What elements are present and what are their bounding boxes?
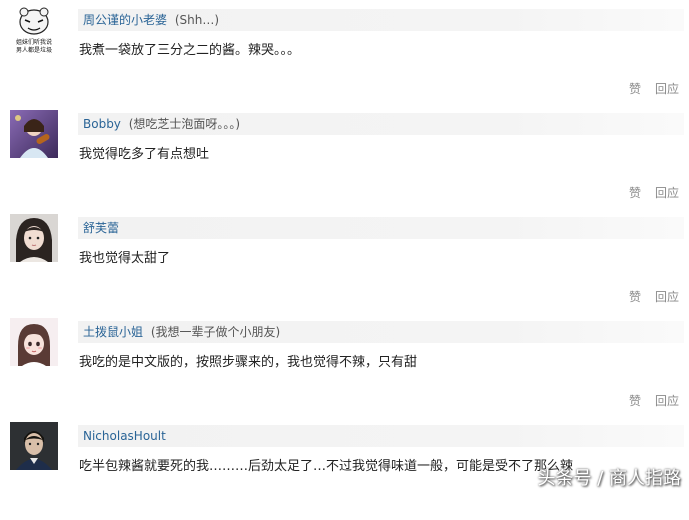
comment-text: 我吃的是中文版的，按照步骤来的，我也觉得不辣，只有甜	[79, 355, 418, 370]
comment-item: Bobby (想吃芝士泡面呀。。。) 我觉得吃多了有点想吐 赞回应	[0, 104, 689, 208]
comment-header: NicholasHoult	[78, 425, 684, 447]
comment-actions: 赞回应	[629, 185, 679, 201]
comment-actions: 赞回应	[629, 289, 679, 305]
anime-girl-avatar-image	[10, 318, 58, 366]
like-button[interactable]: 赞	[629, 290, 641, 304]
username-link[interactable]: 周公谨的小老婆	[83, 13, 167, 27]
user-signature: (想吃芝士泡面呀。。。)	[128, 117, 241, 131]
like-button[interactable]: 赞	[629, 82, 641, 96]
comment-header: 舒芙蕾	[78, 217, 684, 239]
username-link[interactable]: Bobby	[83, 117, 121, 131]
comment-text: 我也觉得太甜了	[79, 251, 171, 266]
like-button[interactable]: 赞	[629, 186, 641, 200]
comment-item: 舒芙蕾 我也觉得太甜了 赞回应	[0, 208, 689, 312]
avatar-caption-line1: 姐妹们听我说	[16, 38, 52, 46]
comment-header: 土拨鼠小姐 (我想一辈子做个小朋友)	[78, 321, 684, 343]
reply-button[interactable]: 回应	[655, 394, 679, 408]
watermark-text: 头条号 / 商人指路	[537, 468, 681, 489]
comment-text: 我煮一袋放了三分之二的酱。辣哭。。。	[79, 43, 301, 58]
girl-portrait-avatar-image	[10, 214, 58, 262]
comment-actions: 赞回应	[629, 393, 679, 409]
reply-button[interactable]: 回应	[655, 186, 679, 200]
username-link[interactable]: 土拨鼠小姐	[83, 325, 143, 339]
comment-text: 吃半包辣酱就要死的我………后劲太足了…不过我觉得味道一般，可能是受不了那么辣	[79, 459, 574, 474]
user-signature: (我想一辈子做个小朋友)	[150, 325, 281, 339]
girl-violin-avatar-image	[10, 110, 58, 158]
comment-item: 土拨鼠小姐 (我想一辈子做个小朋友) 我吃的是中文版的，按照步骤来的，我也觉得不…	[0, 312, 689, 416]
comment-header: 周公谨的小老婆 (Shh…)	[78, 9, 684, 31]
comment-item: 姐妹们听我说 男人都是垃圾 周公谨的小老婆 (Shh…) 我煮一袋放了三分之二的…	[0, 0, 689, 104]
username-link[interactable]: 舒芙蕾	[83, 221, 119, 235]
comment-header: Bobby (想吃芝士泡面呀。。。)	[78, 113, 684, 135]
man-portrait-avatar-image	[10, 422, 58, 470]
comment-text: 我觉得吃多了有点想吐	[79, 147, 210, 162]
username-link[interactable]: NicholasHoult	[83, 429, 166, 443]
avatar-caption-line2: 男人都是垃圾	[16, 46, 52, 54]
avatar[interactable]	[10, 214, 58, 262]
user-signature: (Shh…)	[174, 13, 220, 27]
like-button[interactable]: 赞	[629, 394, 641, 408]
avatar[interactable]: 姐妹们听我说 男人都是垃圾	[10, 6, 58, 54]
reply-button[interactable]: 回应	[655, 82, 679, 96]
avatar[interactable]	[10, 318, 58, 366]
reply-button[interactable]: 回应	[655, 290, 679, 304]
avatar[interactable]	[10, 422, 58, 470]
comment-actions: 赞回应	[629, 81, 679, 97]
meme-avatar-image: 姐妹们听我说 男人都是垃圾	[10, 6, 58, 54]
avatar[interactable]	[10, 110, 58, 158]
